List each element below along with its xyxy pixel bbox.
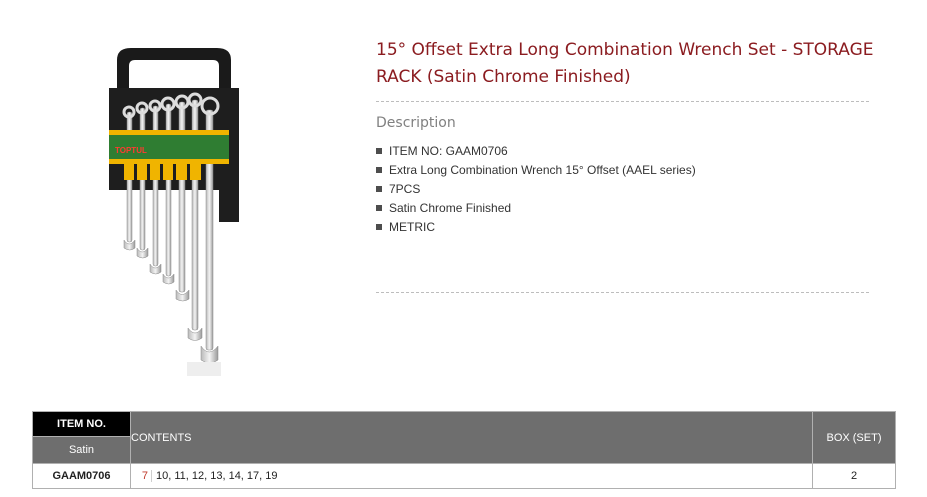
title-divider [376, 101, 869, 102]
description-item: ITEM NO: GAAM0706 [376, 144, 696, 163]
contents-cell: 7 10, 11, 12, 13, 14, 17, 19 [130, 463, 813, 489]
contents-sizes: 10, 11, 12, 13, 14, 17, 19 [156, 470, 278, 482]
square-bullet-icon [376, 186, 382, 192]
square-bullet-icon [376, 148, 382, 154]
table-row: GAAM0706 7 10, 11, 12, 13, 14, 17, 19 2 [32, 463, 896, 489]
header-item-no: ITEM NO. [32, 411, 131, 437]
description-item: Extra Long Combination Wrench 15° Offset… [376, 163, 696, 182]
description-item: Satin Chrome Finished [376, 201, 696, 220]
item-code: GAAM0706 [32, 463, 131, 489]
description-item: METRIC [376, 220, 696, 239]
header-finish: Satin [32, 436, 131, 464]
product-title: 15° Offset Extra Long Combination Wrench… [376, 40, 874, 87]
product-image: TOPTUL [95, 40, 255, 385]
description-item: 7PCS [376, 182, 696, 201]
spec-table: ITEM NO. CONTENTS BOX (SET) Satin GAAM07… [32, 411, 896, 489]
piece-count: 7 [131, 470, 152, 482]
square-bullet-icon [376, 224, 382, 230]
brand-logo: TOPTUL [115, 146, 147, 155]
description-list: ITEM NO: GAAM0706 Extra Long Combination… [376, 144, 696, 239]
square-bullet-icon [376, 205, 382, 211]
description-divider [376, 292, 869, 293]
box-quantity: 2 [812, 463, 896, 489]
description-heading: Description [376, 115, 456, 131]
square-bullet-icon [376, 167, 382, 173]
header-box-set: BOX (SET) [812, 411, 896, 464]
header-contents: CONTENTS [130, 411, 813, 464]
